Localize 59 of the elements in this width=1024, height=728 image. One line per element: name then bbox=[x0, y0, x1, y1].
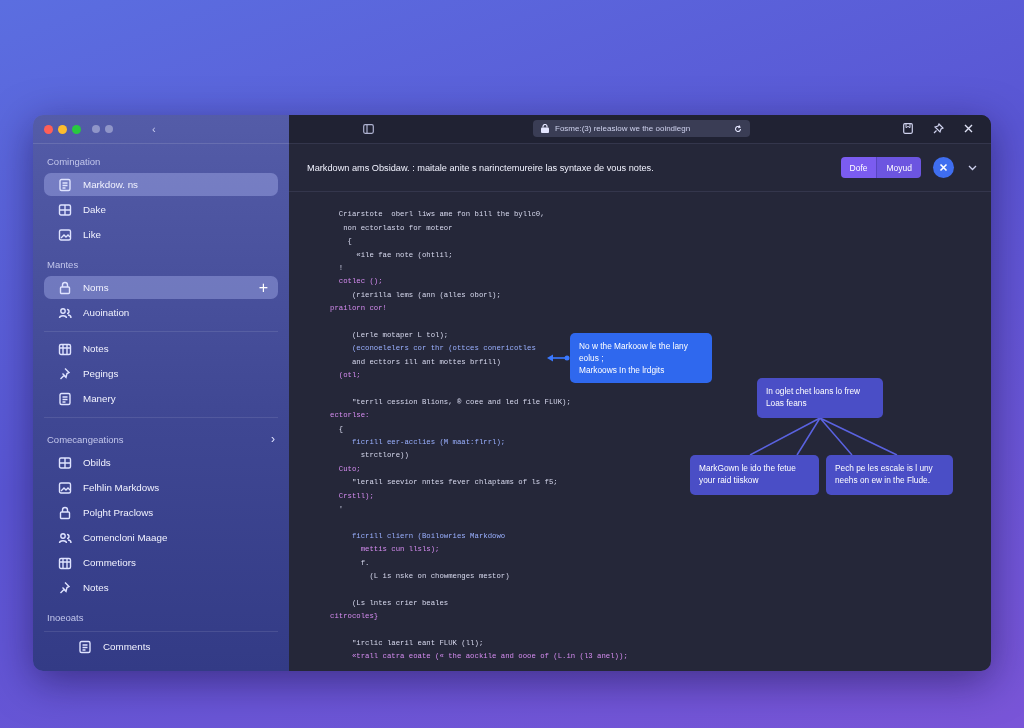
close-icon bbox=[939, 163, 948, 172]
sidebar-item[interactable]: Manery bbox=[44, 387, 278, 410]
double-arrow bbox=[547, 354, 570, 362]
chevron-down-icon[interactable] bbox=[968, 164, 977, 171]
tab-dot[interactable] bbox=[92, 125, 100, 133]
expand-chevron[interactable]: › bbox=[271, 432, 275, 446]
close-icon[interactable] bbox=[964, 124, 973, 133]
zoom-dot[interactable] bbox=[72, 124, 81, 134]
sidebar-item[interactable]: Felhlin Markdows bbox=[44, 476, 278, 499]
sidebar-item[interactable]: Obilds bbox=[44, 451, 278, 474]
address-bar[interactable]: Fosme:(3) releaslow we the ooindlegn bbox=[533, 120, 750, 137]
lock-icon bbox=[58, 505, 72, 520]
doc-icon bbox=[58, 391, 72, 406]
sidebar-item[interactable]: Notes bbox=[44, 576, 278, 599]
sidebar-item[interactable]: Comencloni Maage bbox=[44, 526, 278, 549]
people-icon bbox=[58, 530, 72, 545]
image-icon bbox=[58, 227, 72, 242]
diagram-node: MarkGown le ido the fetue your raid tiiskow bbox=[690, 455, 819, 495]
calendar-icon bbox=[58, 341, 72, 356]
sidebar-item[interactable]: Commetiors bbox=[44, 551, 278, 574]
pin-icon bbox=[58, 366, 72, 381]
back-button[interactable]: ‹ bbox=[152, 123, 156, 135]
calendar-icon bbox=[58, 555, 72, 570]
document-title: Markdown ams Obsidaw. : maitale anite s narinctemureire las syntaxe de vous notes. bbox=[307, 162, 655, 173]
close-dot[interactable] bbox=[44, 124, 53, 134]
sidebar-item[interactable]: Notes bbox=[44, 337, 278, 360]
section-label: Mantes bbox=[47, 258, 79, 270]
reload-icon[interactable] bbox=[734, 124, 742, 133]
pin-icon[interactable] bbox=[933, 123, 944, 134]
lock-icon bbox=[58, 280, 72, 295]
sidebar-toggle-icon[interactable] bbox=[363, 124, 374, 134]
grid-icon bbox=[58, 455, 72, 470]
sidebar-item[interactable]: Like bbox=[44, 223, 278, 246]
minimize-dot[interactable] bbox=[58, 124, 67, 134]
toolbar-button[interactable]: Dofe bbox=[840, 157, 877, 178]
lock-icon bbox=[541, 124, 549, 133]
sidebar-item[interactable]: Polght Praclows bbox=[44, 501, 278, 524]
sidebar-item[interactable]: Comments bbox=[44, 635, 278, 658]
section-label: Inoeoats bbox=[47, 611, 84, 623]
diagram-node: In oglet chet loans lo frew Loas feans bbox=[757, 378, 883, 418]
sidebar-item[interactable]: Markdow. ns bbox=[44, 173, 278, 196]
sidebar-item[interactable]: Dake bbox=[44, 198, 278, 221]
sidebar-item[interactable]: Pegings bbox=[44, 362, 278, 385]
sidebar-item[interactable]: Auoination bbox=[44, 301, 278, 324]
section-label: Comingation bbox=[47, 155, 101, 167]
close-button[interactable] bbox=[933, 157, 954, 178]
doc-icon bbox=[78, 639, 92, 654]
toolbar-button[interactable]: Moyud bbox=[876, 157, 921, 178]
sidebar-item[interactable]: Noms + bbox=[44, 276, 278, 299]
tab-dot[interactable] bbox=[105, 125, 113, 133]
section-label: Comecangeations bbox=[47, 433, 124, 445]
diagram-node: Pech pe les escale is l uny neehs on ew in the Flude. bbox=[826, 455, 953, 495]
people-icon bbox=[58, 305, 72, 320]
pin-icon bbox=[58, 580, 72, 595]
image-icon bbox=[58, 480, 72, 495]
grid-icon bbox=[58, 202, 72, 217]
callout-note: No w the Markoow le the lany eolus ; Markoows In the lrdgits bbox=[570, 333, 712, 383]
doc-icon bbox=[58, 177, 72, 192]
bookmark-icon[interactable] bbox=[903, 123, 913, 134]
